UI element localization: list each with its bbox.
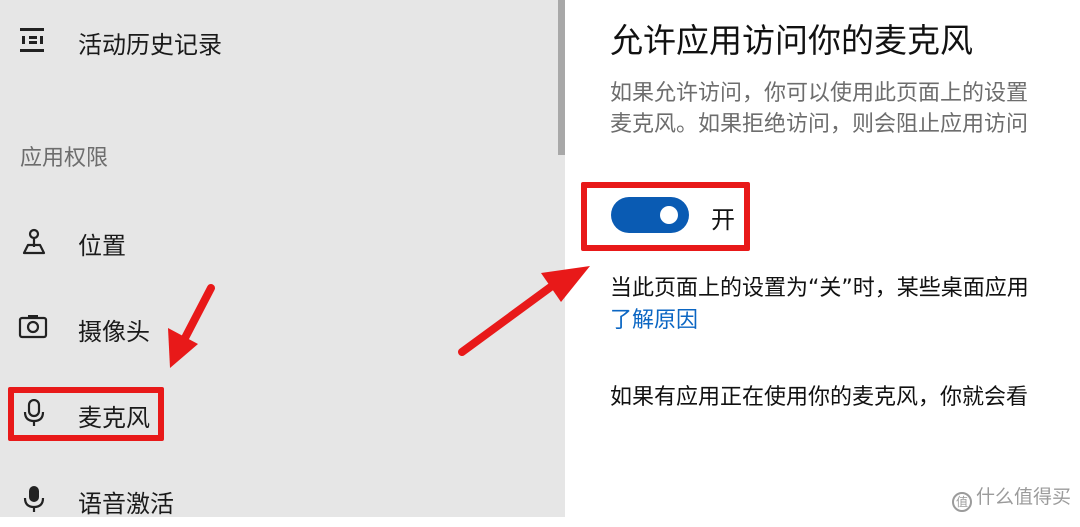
watermark-text: 什么值得买 (976, 486, 1072, 508)
annotation-box-microphone (8, 387, 164, 441)
description-line: 如果允许访问，你可以使用此页面上的设置 (610, 81, 1029, 106)
watermark: 值什么值得买 (952, 482, 1071, 512)
watermark-logo-icon: 值 (952, 492, 972, 512)
desktop-apps-notice: 当此页面上的设置为“关”时，某些桌面应用 (610, 276, 1029, 301)
voice-activation-icon (23, 486, 45, 512)
sidebar-item-camera[interactable]: 摄像头 (0, 299, 540, 355)
sidebar-item-voice-activation[interactable]: 语音激活 (0, 471, 540, 527)
microphone-settings-panel: 允许应用访问你的麦克风 如果允许访问，你可以使用此页面上的设置 麦克风。如果拒绝… (565, 0, 1080, 517)
learn-more-link[interactable]: 了解原因 (610, 302, 698, 334)
section-title-app-permissions: 应用权限 (20, 146, 109, 171)
sidebar-item-label: 位置 (78, 232, 126, 260)
page-description: 如果允许访问，你可以使用此页面上的设置 麦克风。如果拒绝访问，则会阻止应用访问 (610, 78, 1080, 140)
location-icon (22, 228, 46, 255)
sidebar-scrollbar[interactable] (558, 0, 565, 155)
annotation-box-toggle (581, 182, 750, 251)
sidebar-item-label: 语音激活 (78, 490, 174, 518)
in-use-note: 如果有应用正在使用你的麦克风，你就会看 (610, 385, 1029, 410)
description-line: 麦克风。如果拒绝访问，则会阻止应用访问 (610, 112, 1029, 137)
sidebar-item-label: 活动历史记录 (78, 31, 222, 59)
sidebar-item-label: 摄像头 (78, 318, 150, 346)
activity-history-icon (20, 28, 44, 52)
camera-icon (18, 315, 48, 339)
page-title: 允许应用访问你的麦克风 (610, 21, 973, 60)
sidebar-item-activity-history[interactable]: 活动历史记录 (0, 12, 540, 68)
sidebar-item-location[interactable]: 位置 (0, 213, 540, 269)
